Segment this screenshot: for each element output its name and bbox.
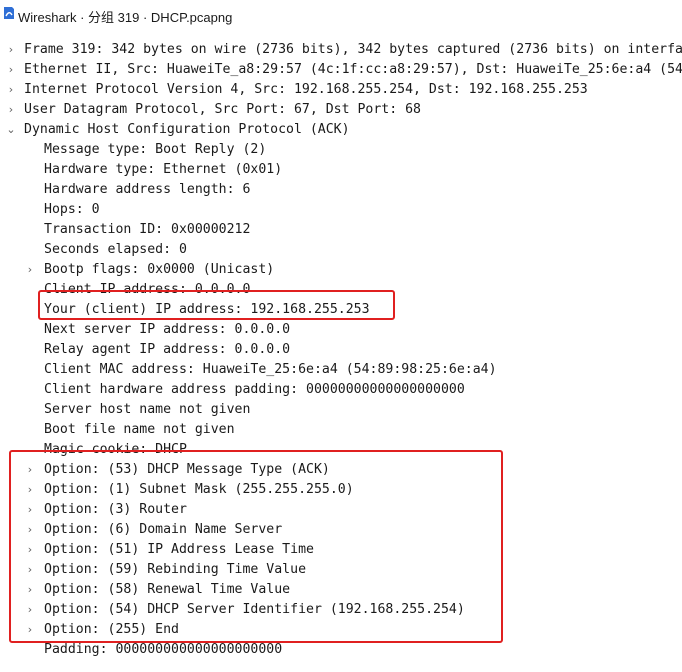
- field-hardware-type[interactable]: Hardware type: Ethernet (0x01): [0, 160, 682, 180]
- tree-item-ipv4[interactable]: › Internet Protocol Version 4, Src: 192.…: [0, 80, 682, 100]
- field-seconds-elapsed[interactable]: Seconds elapsed: 0: [0, 240, 682, 260]
- field-message-type[interactable]: Message type: Boot Reply (2): [0, 140, 682, 160]
- field-label: Next server IP address: 0.0.0.0: [44, 322, 291, 337]
- option-label: Option: (53) DHCP Message Type (ACK): [44, 462, 330, 477]
- expand-chevron-icon[interactable]: ›: [25, 500, 35, 520]
- field-hardware-address-length[interactable]: Hardware address length: 6: [0, 180, 682, 200]
- field-label: Client IP address: 0.0.0.0: [44, 282, 251, 297]
- expand-chevron-icon[interactable]: ›: [25, 560, 35, 580]
- expand-chevron-icon[interactable]: ›: [6, 60, 16, 80]
- field-label: Client hardware address padding: 0000000…: [44, 382, 465, 397]
- window-title: Wireshark · 分组 319 · DHCP.pcapng: [18, 10, 233, 25]
- option-255-end[interactable]: › Option: (255) End: [0, 620, 682, 640]
- option-58-renewal-time[interactable]: › Option: (58) Renewal Time Value: [0, 580, 682, 600]
- field-label: Message type: Boot Reply (2): [44, 142, 267, 157]
- field-boot-file-name[interactable]: Boot file name not given: [0, 420, 682, 440]
- option-label: Option: (54) DHCP Server Identifier (192…: [44, 602, 465, 617]
- option-53-message-type[interactable]: › Option: (53) DHCP Message Type (ACK): [0, 460, 682, 480]
- window-titlebar: Wireshark · 分组 319 · DHCP.pcapng: [0, 0, 682, 30]
- field-label: Your (client) IP address: 192.168.255.25…: [44, 302, 370, 317]
- field-your-client-ip[interactable]: Your (client) IP address: 192.168.255.25…: [0, 300, 682, 320]
- option-label: Option: (51) IP Address Lease Time: [44, 542, 314, 557]
- option-label: Option: (58) Renewal Time Value: [44, 582, 291, 597]
- option-label: Option: (1) Subnet Mask (255.255.255.0): [44, 482, 354, 497]
- field-relay-agent-ip[interactable]: Relay agent IP address: 0.0.0.0: [0, 340, 682, 360]
- field-label: Relay agent IP address: 0.0.0.0: [44, 342, 291, 357]
- tree-item-label: Dynamic Host Configuration Protocol (ACK…: [24, 122, 350, 137]
- field-label: Hardware address length: 6: [44, 182, 251, 197]
- expand-chevron-icon[interactable]: ›: [25, 600, 35, 620]
- field-label: Hardware type: Ethernet (0x01): [44, 162, 283, 177]
- collapse-chevron-icon[interactable]: ⌄: [6, 120, 16, 140]
- option-1-subnet-mask[interactable]: › Option: (1) Subnet Mask (255.255.255.0…: [0, 480, 682, 500]
- expand-chevron-icon[interactable]: ›: [25, 460, 35, 480]
- tree-item-udp[interactable]: › User Datagram Protocol, Src Port: 67, …: [0, 100, 682, 120]
- expand-chevron-icon[interactable]: ›: [25, 620, 35, 640]
- field-label: Padding: 000000000000000000000: [44, 642, 283, 657]
- option-label: Option: (255) End: [44, 622, 179, 637]
- field-padding[interactable]: Padding: 000000000000000000000: [0, 640, 682, 660]
- expand-chevron-icon[interactable]: ›: [6, 80, 16, 100]
- field-label: Magic cookie: DHCP: [44, 442, 187, 457]
- field-label: Client MAC address: HuaweiTe_25:6e:a4 (5…: [44, 362, 497, 377]
- tree-item-dhcp[interactable]: ⌄ Dynamic Host Configuration Protocol (A…: [0, 120, 682, 140]
- field-hops[interactable]: Hops: 0: [0, 200, 682, 220]
- tree-item-label: Ethernet II, Src: HuaweiTe_a8:29:57 (4c:…: [24, 62, 682, 77]
- expand-chevron-icon[interactable]: ›: [6, 40, 16, 60]
- expand-chevron-icon[interactable]: ›: [25, 580, 35, 600]
- tree-item-label: Frame 319: 342 bytes on wire (2736 bits)…: [24, 42, 682, 57]
- option-label: Option: (6) Domain Name Server: [44, 522, 283, 537]
- tree-item-label: User Datagram Protocol, Src Port: 67, Ds…: [24, 102, 421, 117]
- field-label: Seconds elapsed: 0: [44, 242, 187, 257]
- field-label: Hops: 0: [44, 202, 100, 217]
- expand-chevron-icon[interactable]: ›: [25, 480, 35, 500]
- field-label: Boot file name not given: [44, 422, 235, 437]
- option-6-dns[interactable]: › Option: (6) Domain Name Server: [0, 520, 682, 540]
- expand-chevron-icon[interactable]: ›: [25, 540, 35, 560]
- field-label: Server host name not given: [44, 402, 251, 417]
- field-magic-cookie[interactable]: Magic cookie: DHCP: [0, 440, 682, 460]
- tree-item-frame[interactable]: › Frame 319: 342 bytes on wire (2736 bit…: [0, 40, 682, 60]
- option-59-rebinding-time[interactable]: › Option: (59) Rebinding Time Value: [0, 560, 682, 580]
- option-51-lease-time[interactable]: › Option: (51) IP Address Lease Time: [0, 540, 682, 560]
- option-label: Option: (59) Rebinding Time Value: [44, 562, 307, 577]
- field-client-hw-padding[interactable]: Client hardware address padding: 0000000…: [0, 380, 682, 400]
- field-server-host-name[interactable]: Server host name not given: [0, 400, 682, 420]
- option-54-server-identifier[interactable]: › Option: (54) DHCP Server Identifier (1…: [0, 600, 682, 620]
- field-label: Transaction ID: 0x00000212: [44, 222, 251, 237]
- tree-item-label: Internet Protocol Version 4, Src: 192.16…: [24, 82, 588, 97]
- tree-item-ethernet[interactable]: › Ethernet II, Src: HuaweiTe_a8:29:57 (4…: [0, 60, 682, 80]
- field-label: Bootp flags: 0x0000 (Unicast): [44, 262, 275, 277]
- field-client-ip[interactable]: Client IP address: 0.0.0.0: [0, 280, 682, 300]
- field-client-mac[interactable]: Client MAC address: HuaweiTe_25:6e:a4 (5…: [0, 360, 682, 380]
- expand-chevron-icon[interactable]: ›: [25, 260, 35, 280]
- option-3-router[interactable]: › Option: (3) Router: [0, 500, 682, 520]
- field-transaction-id[interactable]: Transaction ID: 0x00000212: [0, 220, 682, 240]
- packet-details-tree[interactable]: › Frame 319: 342 bytes on wire (2736 bit…: [0, 40, 682, 660]
- expand-chevron-icon[interactable]: ›: [6, 100, 16, 120]
- expand-chevron-icon[interactable]: ›: [25, 520, 35, 540]
- field-bootp-flags[interactable]: › Bootp flags: 0x0000 (Unicast): [0, 260, 682, 280]
- option-label: Option: (3) Router: [44, 502, 187, 517]
- field-next-server-ip[interactable]: Next server IP address: 0.0.0.0: [0, 320, 682, 340]
- wireshark-fin-icon: [4, 7, 14, 19]
